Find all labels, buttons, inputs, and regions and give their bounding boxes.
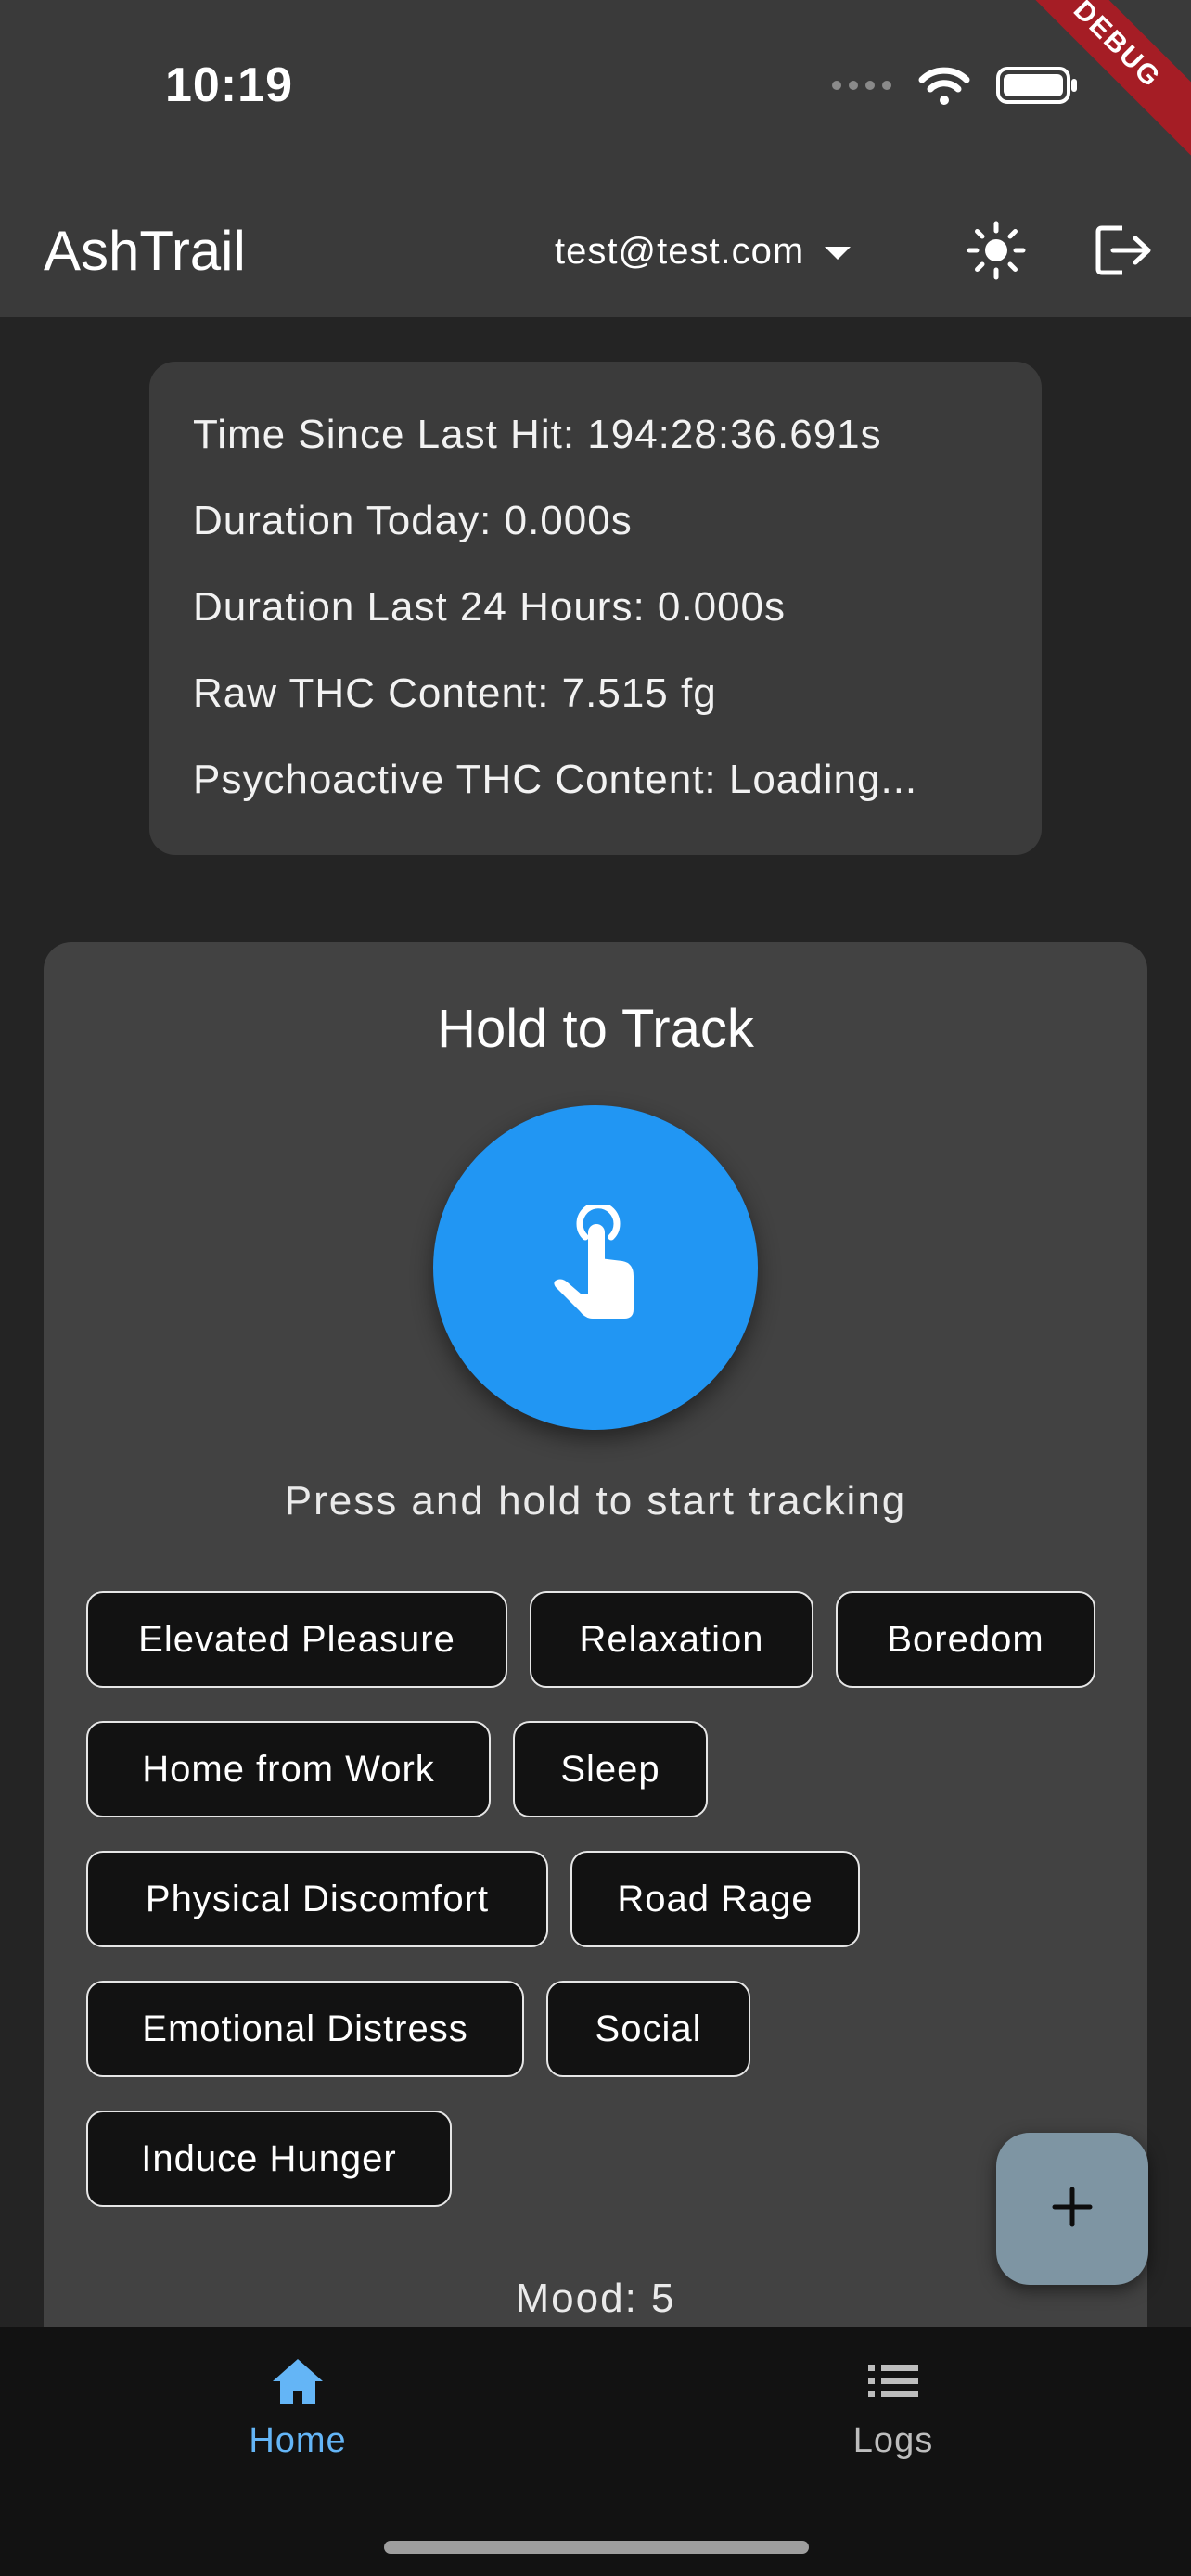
app-bar: AshTrail test@test.com xyxy=(0,185,1191,317)
duration-today: Duration Today: 0.000s xyxy=(193,498,633,543)
reason-chip[interactable]: Physical Discomfort xyxy=(86,1851,548,1947)
app-screen: 10:19 DEBUG AshTrail test@test.com Time … xyxy=(0,0,1191,2576)
raw-thc-content: Raw THC Content: 7.515 fg xyxy=(193,670,717,716)
reason-chip[interactable]: Boredom xyxy=(836,1591,1095,1688)
reason-chip[interactable]: Induce Hunger xyxy=(86,2111,452,2207)
add-entry-button[interactable] xyxy=(996,2133,1148,2285)
track-title: Hold to Track xyxy=(437,999,754,1059)
hold-to-track-button[interactable] xyxy=(433,1105,758,1430)
signal-dots-icon xyxy=(831,79,892,96)
home-icon xyxy=(269,2355,327,2412)
reason-chip[interactable]: Elevated Pleasure xyxy=(86,1591,507,1688)
reason-chip[interactable]: Emotional Distress xyxy=(86,1981,524,2077)
logout-icon xyxy=(1095,223,1154,283)
mood-label: Mood: 5 xyxy=(515,2276,676,2321)
battery-icon xyxy=(996,65,1080,110)
logout-button[interactable] xyxy=(1087,215,1161,289)
bottom-navigation: Home Logs xyxy=(0,2327,1191,2576)
reason-chip[interactable]: Road Rage xyxy=(570,1851,860,1947)
nav-label-home: Home xyxy=(249,2421,347,2460)
psychoactive-thc-content: Psychoactive THC Content: Loading... xyxy=(193,757,918,802)
home-indicator xyxy=(384,2541,809,2554)
touch-hand-icon xyxy=(544,1201,647,1331)
status-time: 10:19 xyxy=(165,58,293,112)
chevron-down-icon xyxy=(825,247,852,260)
sun-icon xyxy=(966,220,1027,286)
app-title: AshTrail xyxy=(44,220,246,282)
list-icon xyxy=(864,2355,922,2412)
theme-toggle-button[interactable] xyxy=(959,215,1033,289)
status-icons xyxy=(831,65,1080,109)
wifi-icon xyxy=(918,65,970,110)
nav-item-logs[interactable]: Logs xyxy=(754,2355,1032,2494)
status-bar: 10:19 DEBUG xyxy=(0,0,1191,185)
hold-hint: Press and hold to start tracking xyxy=(284,1478,907,1524)
account-dropdown[interactable]: test@test.com xyxy=(555,217,852,286)
nav-item-home[interactable]: Home xyxy=(159,2355,437,2494)
time-since-last-hit: Time Since Last Hit: 194:28:36.691s xyxy=(193,412,882,457)
reason-chip[interactable]: Relaxation xyxy=(530,1591,813,1688)
reason-chip[interactable]: Social xyxy=(546,1981,750,2077)
reason-chip[interactable]: Sleep xyxy=(513,1721,708,1817)
reason-chip[interactable]: Home from Work xyxy=(86,1721,491,1817)
nav-label-logs: Logs xyxy=(852,2421,934,2460)
account-email: test@test.com xyxy=(555,230,805,272)
duration-last-24-hours: Duration Last 24 Hours: 0.000s xyxy=(193,584,787,630)
plus-icon xyxy=(1049,2184,1095,2235)
stats-card: Time Since Last Hit: 194:28:36.691s Dura… xyxy=(149,362,1042,855)
